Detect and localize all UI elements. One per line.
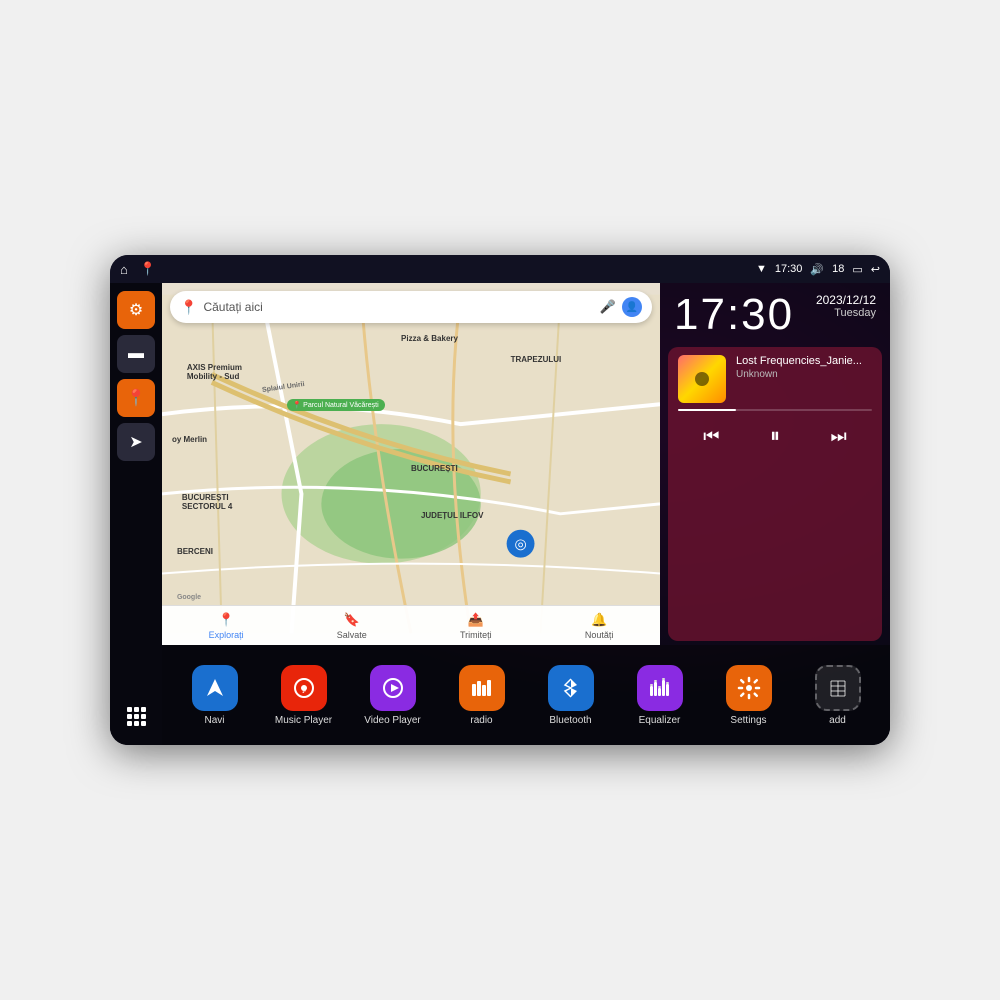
equalizer-icon [637,665,683,711]
app-equalizer[interactable]: Equalizer [625,665,695,726]
settings-label: Settings [730,715,766,726]
radio-icon [459,665,505,711]
status-time: 17:30 [775,263,803,275]
map-news-label: Noutăți [585,630,614,640]
app-drawer: Navi ♪ Music Player [162,645,890,745]
app-radio[interactable]: radio [447,665,517,726]
prev-track-btn[interactable]: ⏮ [699,422,723,451]
music-player-label: Music Player [275,715,332,726]
battery-level: 18 [832,263,844,275]
navi-icon [192,665,238,711]
app-navi[interactable]: Navi [180,665,250,726]
nav-sidebar-btn[interactable]: ➤ [117,423,155,461]
clock-widget: 17:30 2023/12/12 Tuesday [660,283,890,343]
video-player-label: Video Player [364,715,421,726]
map-search-bar[interactable]: 📍 Căutați aici 🎤 👤 [170,291,652,323]
map-saved-label: Salvate [337,630,367,640]
home-icon[interactable]: ⌂ [120,262,128,277]
map-pin-parc[interactable]: 📍 Parcul Natural Văcărești [287,399,385,411]
clock-date: 2023/12/12 Tuesday [816,293,876,319]
map-news-btn[interactable]: 🔔 Noutăți [585,612,614,640]
map-explore-label: Explorați [209,630,244,640]
music-controls: ⏮ ⏸ ⏭ [678,417,872,456]
radio-label: radio [470,715,492,726]
music-album-art [678,355,726,403]
svg-text:◎: ◎ [514,536,526,552]
music-player-icon: ♪ [281,665,327,711]
app-add[interactable]: add [803,665,873,726]
grid-sidebar-btn[interactable] [117,697,155,735]
map-mic-icon[interactable]: 🎤 [600,299,616,315]
maps-google-icon: 📍 [180,299,197,316]
clock-day: Tuesday [816,307,876,319]
map-share-btn[interactable]: 📤 Trimiteți [460,612,492,640]
music-widget: Lost Frequencies_Janie... Unknown ⏮ ⏸ ⏭ [668,347,882,641]
video-player-icon [370,665,416,711]
wifi-icon: ▼ [756,263,767,275]
top-row: ◎ AXIS PremiumMobility - Sud Pizza & Bak… [162,283,890,645]
battery-icon: ▭ [852,263,862,276]
svg-text:♪: ♪ [301,685,306,696]
add-icon [815,665,861,711]
map-saved-btn[interactable]: 🔖 Salvate [337,612,367,640]
map-explore-btn[interactable]: 📍 Explorați [209,612,244,640]
music-title: Lost Frequencies_Janie... [736,355,872,367]
bluetooth-label: Bluetooth [549,715,591,726]
map-bottom-bar: 📍 Explorați 🔖 Salvate 📤 Trimiteți � [162,605,660,645]
map-widget[interactable]: ◎ AXIS PremiumMobility - Sud Pizza & Bak… [162,283,660,645]
app-bluetooth[interactable]: Bluetooth [536,665,606,726]
content-area: ◎ AXIS PremiumMobility - Sud Pizza & Bak… [162,283,890,745]
app-music-player[interactable]: ♪ Music Player [269,665,339,726]
map-user-icon[interactable]: 👤 [622,297,642,317]
files-sidebar-btn[interactable]: ▬ [117,335,155,373]
music-progress-fill [678,409,736,411]
map-search-placeholder[interactable]: Căutați aici [203,300,593,314]
clock-date-value: 2023/12/12 [816,293,876,307]
next-track-btn[interactable]: ⏭ [827,422,851,451]
status-bar: ⌂ 📍 ▼ 17:30 🔊 18 ▭ ↩ [110,255,890,283]
car-head-unit: ⌂ 📍 ▼ 17:30 🔊 18 ▭ ↩ ⚙ ▬ 📍 ➤ [110,255,890,745]
music-artist: Unknown [736,369,872,380]
navi-label: Navi [204,715,224,726]
equalizer-label: Equalizer [639,715,681,726]
settings-sidebar-btn[interactable]: ⚙ [117,291,155,329]
sound-icon: 🔊 [810,263,824,276]
main-screen: ⚙ ▬ 📍 ➤ [110,283,890,745]
pause-btn[interactable]: ⏸ [766,421,784,452]
add-label: add [829,715,846,726]
map-share-label: Trimiteți [460,630,492,640]
music-progress-bar[interactable] [678,409,872,411]
app-video-player[interactable]: Video Player [358,665,428,726]
back-icon[interactable]: ↩ [871,263,880,276]
bluetooth-icon [548,665,594,711]
app-settings[interactable]: Settings [714,665,784,726]
sidebar: ⚙ ▬ 📍 ➤ [110,283,162,745]
map-sidebar-btn[interactable]: 📍 [117,379,155,417]
right-panel: 17:30 2023/12/12 Tuesday Lost Frequencie… [660,283,890,645]
settings-icon [726,665,772,711]
clock-time: 17:30 [674,293,794,337]
location-icon[interactable]: 📍 [140,261,156,277]
